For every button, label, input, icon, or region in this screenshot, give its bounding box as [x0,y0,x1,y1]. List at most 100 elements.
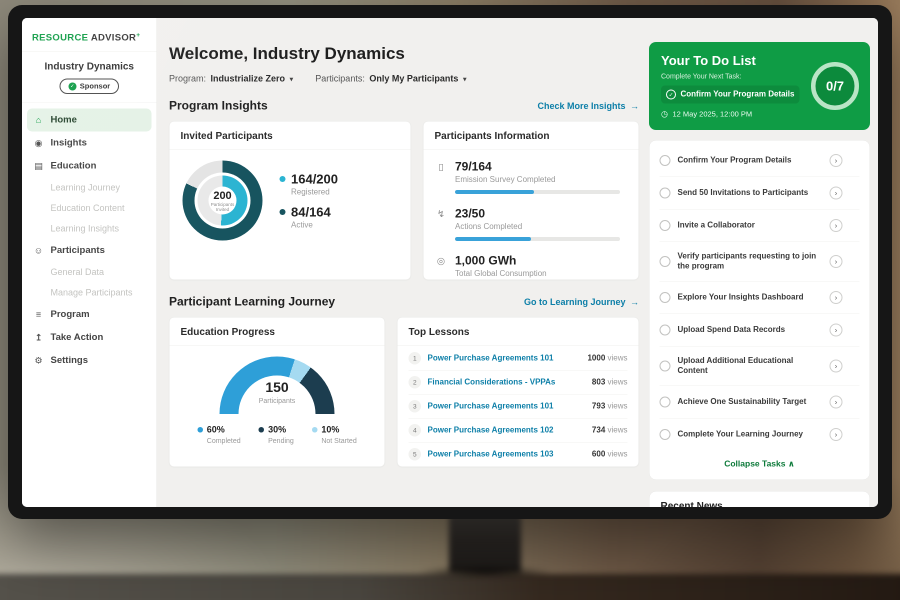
chevron-right-icon[interactable]: › [830,396,843,409]
task-label: Invite a Collaborator [678,221,823,231]
chevron-down-icon: ▾ [463,74,467,83]
sidebar-item-label: Home [51,115,77,126]
sidebar-item-learning-insights[interactable]: Learning Insights [22,219,157,240]
learning-journey-header: Participant Learning Journey Go to Learn… [169,295,639,309]
lesson-link[interactable]: Power Purchase Agreements 101 [428,354,581,363]
todo-summary-card: Your To Do List Complete Your Next Task:… [649,42,870,130]
card-title: Top Lessons [398,318,639,346]
sidebar-item-education-content[interactable]: Education Content [22,198,157,219]
chevron-right-icon[interactable]: › [830,219,843,232]
sponsor-badge[interactable]: ✓ Sponsor [59,79,119,95]
task-checkbox[interactable] [660,429,671,440]
lesson-link[interactable]: Power Purchase Agreements 101 [428,402,586,411]
card-title: Participants Information [424,122,639,150]
sidebar-item-label: Learning Journey [51,183,121,194]
home-icon: ⌂ [33,115,44,126]
logo-text-secondary: ADVISOR [91,33,136,44]
program-filter-label: Program: [169,74,206,85]
invited-participants-donut: 200 Participants Invited [183,161,263,241]
check-more-insights-link[interactable]: Check More Insights → [537,101,639,112]
sidebar-item-label: Insights [51,138,87,149]
task-checkbox[interactable] [660,397,671,408]
lesson-rank: 3 [409,400,422,413]
clock-icon: ◷ [661,109,668,119]
task-label: Explore Your Insights Dashboard [678,293,823,303]
org-block: Industry Dynamics ✓ Sponsor [22,52,157,103]
task-label: Upload Spend Data Records [678,325,823,335]
logo-text-primary: RESOURCE [32,33,88,44]
chevron-right-icon[interactable]: › [830,154,843,167]
org-name: Industry Dynamics [27,61,152,73]
legend-dot [280,209,286,215]
task-label: Complete Your Learning Journey [678,430,823,440]
sidebar-item-label: Learning Insights [51,224,120,235]
lesson-link[interactable]: Power Purchase Agreements 102 [428,426,586,435]
info-value: 79/164 [455,160,620,174]
info-row-emission-survey: ▯ 79/164 Emission Survey Completed [435,154,628,201]
sidebar-item-general-data[interactable]: General Data [22,262,157,283]
task-checkbox[interactable] [660,155,671,166]
task-row[interactable]: Achieve One Sustainability Target › [660,386,860,419]
recent-news-card: Recent News [649,491,870,507]
participants-filter-value: Only My Participants [369,74,458,85]
info-label: Total Global Consumption [455,270,547,279]
scene: RESOURCE ADVISOR+ Industry Dynamics ✓ Sp… [0,0,900,600]
task-checkbox[interactable] [660,361,671,372]
sidebar-item-insights[interactable]: ◉ Insights [22,132,157,155]
lesson-link[interactable]: Power Purchase Agreements 103 [428,450,586,459]
todo-next-task[interactable]: ✓ Confirm Your Program Details [661,86,799,104]
task-row[interactable]: Explore Your Insights Dashboard › [660,282,860,315]
task-checkbox[interactable] [660,325,671,336]
location-icon: ◎ [435,256,448,279]
legend-item-registered: 164/200 Registered [280,171,338,197]
donut-legend: 164/200 Registered 84/164 Active [280,164,338,238]
legend-label: Registered [291,188,338,197]
task-row[interactable]: Invite a Collaborator › [660,210,860,243]
legend-dot [197,427,203,433]
sidebar: RESOURCE ADVISOR+ Industry Dynamics ✓ Sp… [22,18,157,507]
task-row[interactable]: Confirm Your Program Details › [660,145,860,178]
task-checkbox[interactable] [660,292,671,303]
participants-information-card: Participants Information ▯ 79/164 Emissi… [423,121,639,280]
todo-progress-value: 0/7 [826,78,844,94]
sidebar-item-home[interactable]: ⌂ Home [27,109,152,132]
monitor-bezel: RESOURCE ADVISOR+ Industry Dynamics ✓ Sp… [8,5,892,519]
progress-bar [455,190,620,194]
upload-icon: ↥ [33,332,44,343]
chevron-right-icon[interactable]: › [830,360,843,373]
todo-panel: Your To Do List Complete Your Next Task:… [649,18,870,507]
gauge-center-value: 150 [220,380,335,396]
sidebar-item-education[interactable]: ▤ Education [22,155,157,178]
task-checkbox[interactable] [660,256,671,267]
lesson-link[interactable]: Financial Considerations - VPPAs [428,378,586,387]
main-content: Welcome, Industry Dynamics Program: Indu… [169,18,639,507]
sidebar-item-learning-journey[interactable]: Learning Journey [22,178,157,199]
collapse-tasks-link[interactable]: Collapse Tasks ∧ [660,451,860,476]
task-row[interactable]: Send 50 Invitations to Participants › [660,177,860,210]
participants-filter[interactable]: Participants: Only My Participants ▾ [315,74,466,85]
legend-dot [259,427,265,433]
task-row[interactable]: Complete Your Learning Journey › [660,419,860,451]
sidebar-item-participants[interactable]: ☺ Participants [22,239,157,262]
chevron-right-icon[interactable]: › [830,255,843,268]
chevron-right-icon[interactable]: › [830,324,843,337]
sidebar-item-take-action[interactable]: ↥ Take Action [22,326,157,349]
go-to-learning-journey-link[interactable]: Go to Learning Journey → [524,297,639,308]
sidebar-item-settings[interactable]: ⚙ Settings [22,349,157,372]
sidebar-item-program[interactable]: ≡ Program [22,303,157,326]
chevron-right-icon[interactable]: › [830,428,843,441]
sidebar-item-label: Program [51,309,90,320]
chevron-right-icon[interactable]: › [830,291,843,304]
sidebar-item-label: Education [51,161,97,172]
task-row[interactable]: Upload Spend Data Records › [660,314,860,347]
chevron-right-icon[interactable]: › [830,187,843,200]
lesson-row: 4 Power Purchase Agreements 102 734 view… [409,419,628,443]
task-row[interactable]: Verify participants requesting to join t… [660,242,860,282]
task-row[interactable]: Upload Additional Educational Content › [660,347,860,387]
task-checkbox[interactable] [660,220,671,231]
program-filter[interactable]: Program: Industrialize Zero ▾ [169,74,293,85]
sidebar-item-manage-participants[interactable]: Manage Participants [22,283,157,304]
task-checkbox[interactable] [660,188,671,199]
participants-information-rows: ▯ 79/164 Emission Survey Completed ↯ [424,150,639,290]
sidebar-item-label: General Data [51,267,105,278]
